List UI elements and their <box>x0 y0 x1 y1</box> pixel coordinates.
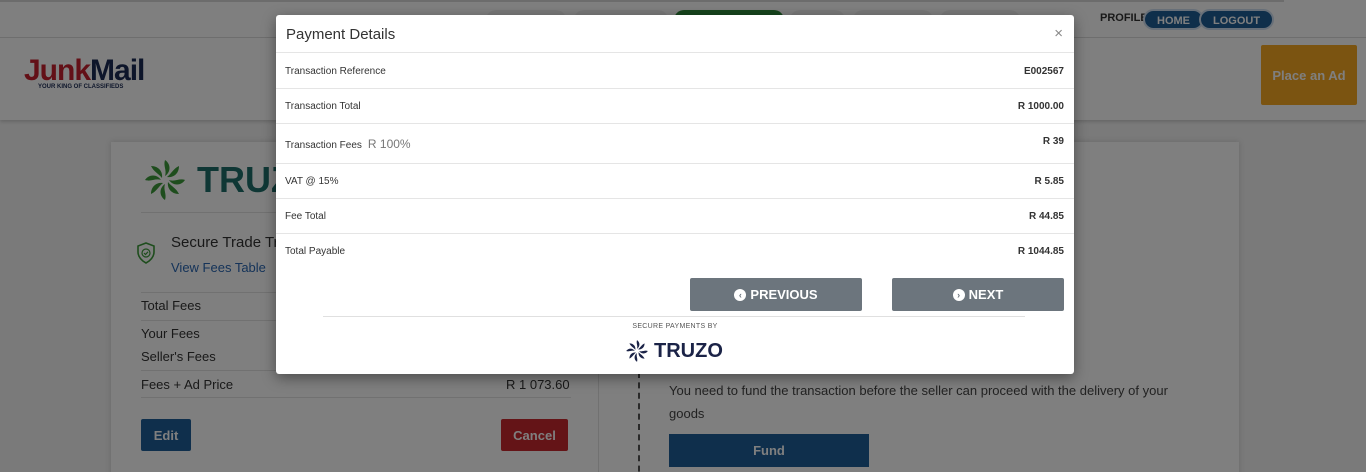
detail-value: R 44.85 <box>1028 211 1064 222</box>
detail-value: R 1044.85 <box>1017 246 1064 257</box>
detail-label-group: Transaction Fees R 100% <box>285 137 411 151</box>
chevron-right-icon: › <box>952 288 965 301</box>
detail-row-transaction-fees: Transaction Fees R 100% R 39 <box>276 124 1074 164</box>
detail-label: Transaction Reference <box>285 66 386 77</box>
detail-value: R 39 <box>1042 136 1064 147</box>
secure-payments-by-label: SECURE PAYMENTS BY <box>632 323 718 330</box>
previous-label: PREVIOUS <box>750 287 818 302</box>
footer-divider <box>323 316 1025 317</box>
detail-value: E002567 <box>1023 66 1064 77</box>
detail-row-transaction-reference: Transaction Reference E002567 <box>276 53 1074 89</box>
modal-header: Payment Details × <box>276 15 1074 53</box>
detail-row-fee-total: Fee Total R 44.85 <box>276 199 1074 234</box>
detail-label: VAT @ 15% <box>285 176 339 187</box>
close-icon[interactable]: × <box>1054 25 1063 42</box>
detail-value: R 5.85 <box>1034 176 1064 187</box>
detail-row-transaction-total: Transaction Total R 1000.00 <box>276 89 1074 124</box>
detail-label: Transaction Fees <box>285 140 362 151</box>
fee-percentage: R 100% <box>367 137 411 151</box>
modal-title: Payment Details <box>286 26 396 43</box>
next-button[interactable]: › NEXT <box>892 278 1064 311</box>
detail-row-vat: VAT @ 15% R 5.85 <box>276 164 1074 199</box>
detail-label: Transaction Total <box>285 101 361 112</box>
detail-label: Total Payable <box>285 246 346 257</box>
next-label: NEXT <box>968 287 1004 302</box>
payment-details-modal: Payment Details × Transaction Reference … <box>276 15 1074 374</box>
truzo-footer-text: TRUZO <box>654 339 723 362</box>
truzo-footer-logo: TRUZO <box>624 338 723 364</box>
chevron-left-icon: ‹ <box>734 288 747 301</box>
truzo-logo-icon <box>626 340 648 362</box>
detail-label: Fee Total <box>285 211 326 222</box>
detail-row-total-payable: Total Payable R 1044.85 <box>276 234 1074 269</box>
previous-button[interactable]: ‹ PREVIOUS <box>690 278 862 311</box>
detail-value: R 1000.00 <box>1017 101 1064 112</box>
